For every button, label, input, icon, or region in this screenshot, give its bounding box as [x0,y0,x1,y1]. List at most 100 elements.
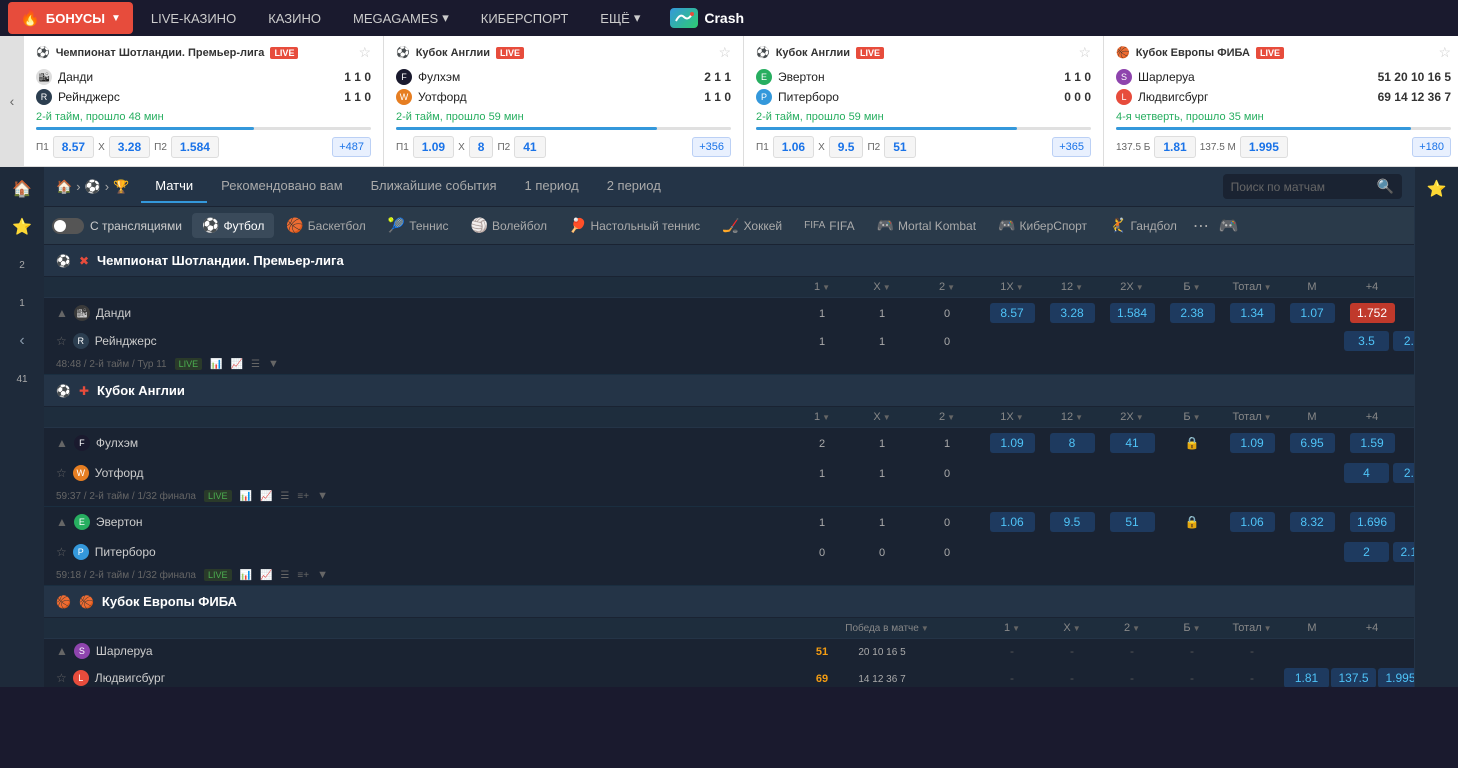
stats-icon[interactable]: 📊 [210,359,222,370]
cybersport-nav[interactable]: КИБЕРСПОРТ [467,5,583,32]
odd12-value[interactable]: 1.34 [1230,303,1275,323]
sport-button-mortalkombat[interactable]: 🎮 Mortal Kombat [867,213,986,238]
oddx[interactable]: 9.5 [1050,512,1095,532]
p1-odd-button[interactable]: 1.81 [1154,136,1195,158]
p2-odd-button[interactable]: 41 [514,136,545,158]
more-odds-button[interactable]: +487 [332,137,371,157]
oddb[interactable]: 1.696 [1350,512,1395,532]
expand-arrow[interactable]: ▼ [317,569,328,581]
odd2[interactable]: 41 [1110,433,1155,453]
expand-arrow[interactable]: ▼ [317,490,328,502]
odd2-cell[interactable]: 1.584 [1102,301,1162,325]
oddx-value[interactable]: 3.28 [1050,303,1095,323]
sidebar-chevron-left[interactable]: ‹ [4,323,40,359]
odd2x-value[interactable]: 1.07 [1290,303,1335,323]
favorite-icon[interactable]: ▲ [56,306,68,320]
odd2x-fiba[interactable]: 1.81 [1284,668,1329,687]
odd1x-cell[interactable]: 2.38 [1162,301,1222,325]
favorite-icon[interactable]: ☆ [358,44,371,61]
live-toggle[interactable]: С трансляциями [52,218,182,234]
sport-button-basketball[interactable]: 🏀 Баскетбол [276,213,375,238]
x-odd-button[interactable]: 3.28 [109,136,150,158]
soccer-breadcrumb-icon[interactable]: ⚽ [85,179,101,195]
stats-icon[interactable]: 📊 [240,570,252,581]
sidebar-star-right-icon[interactable]: ⭐ [1419,171,1455,207]
gamepad-icon[interactable]: 🎮 [1215,212,1243,240]
odd1[interactable]: 1.09 [990,433,1035,453]
odd1-value[interactable]: 8.57 [990,303,1035,323]
tab-period2[interactable]: 2 период [593,170,675,203]
favorite-icon[interactable]: ☆ [56,545,67,559]
live-casino-nav[interactable]: LIVE-КАЗИНО [137,5,250,32]
stats-icon[interactable]: 📊 [240,491,252,502]
crash-nav[interactable]: Crash [658,4,756,32]
tab-upcoming[interactable]: Ближайшие события [357,170,511,203]
p1-odd-button[interactable]: 1.06 [773,136,814,158]
x-odd-button[interactable]: 8 [469,136,494,158]
sidebar-home-icon[interactable]: 🏠 [4,171,40,207]
oddtotal-cell[interactable]: 3.5 2.07 +505 [1342,329,1402,353]
expand-arrow[interactable]: ▼ [268,358,279,370]
oddtotal-value[interactable]: 3.5 [1344,331,1389,351]
favorite-icon[interactable]: ☆ [1438,44,1451,61]
chart-icon[interactable]: 📈 [260,491,272,502]
favorite-icon[interactable]: ☆ [56,334,67,348]
sidebar-star-icon[interactable]: ⭐ [4,209,40,245]
favorite-icon[interactable]: ▲ [56,644,68,658]
odd12-cell[interactable]: 1.34 [1222,301,1282,325]
odd2x-cell[interactable]: 1.07 [1282,301,1342,325]
scroll-left-button[interactable]: ‹ [0,36,24,166]
odd12[interactable]: 1.06 [1230,512,1275,532]
p1-odd-button[interactable]: 8.57 [53,136,94,158]
oddb-cell[interactable]: 1.752 [1342,301,1402,325]
sport-button-volleyball[interactable]: 🏐 Волейбол [461,213,558,238]
chart-icon[interactable]: 📈 [260,570,272,581]
favorite-icon[interactable]: ☆ [718,44,731,61]
sport-button-tabletennis[interactable]: 🏓 Настольный теннис [559,213,710,238]
odd2x[interactable]: 8.32 [1290,512,1335,532]
favorite-icon[interactable]: ▲ [56,436,68,450]
more-sports-button[interactable]: ⋯ [1189,212,1213,240]
more-odds-button[interactable]: +356 [692,137,731,157]
search-icon[interactable]: 🔍 [1377,178,1394,195]
oddtotal[interactable]: 2 [1344,542,1389,562]
chart-icon[interactable]: 📈 [231,359,243,370]
flag-breadcrumb-icon[interactable]: 🏆 [113,179,129,195]
oddx[interactable]: 8 [1050,433,1095,453]
odd2x[interactable]: 6.95 [1290,433,1335,453]
oddb[interactable]: 1.59 [1350,433,1395,453]
oddm[interactable]: 2.36 [1393,463,1414,483]
sport-button-hockey[interactable]: 🏒 Хоккей [712,213,792,238]
megagames-nav[interactable]: MEGAGAMES ▾ [339,4,463,32]
more-odds-button[interactable]: +365 [1052,137,1091,157]
oddm[interactable]: 2.155 [1393,542,1414,562]
favorite-icon[interactable]: ☆ [1078,44,1091,61]
odd1-cell[interactable]: 8.57 [982,301,1042,325]
extra-icon[interactable]: ≡+ [297,491,309,502]
sport-button-fifa[interactable]: FIFA FIFA [794,215,864,237]
oddm-value[interactable]: 2.07 [1393,331,1414,351]
oddx-cell[interactable]: 3.28 [1042,301,1102,325]
p1-odd-button[interactable]: 1.09 [413,136,454,158]
tab-recommended[interactable]: Рекомендовано вам [207,170,357,203]
p2-odd-button[interactable]: 51 [884,136,915,158]
x-odd-button[interactable]: 1.995 [1240,136,1288,158]
list-icon[interactable]: ☰ [251,359,260,370]
tab-matches[interactable]: Матчи [141,170,207,203]
more-nav[interactable]: ЕЩЁ ▾ [586,4,654,32]
sport-button-handball[interactable]: 🤾 Гандбол [1099,213,1187,238]
search-input[interactable] [1231,180,1371,194]
toggle-switch[interactable] [52,218,84,234]
x-odd-button[interactable]: 9.5 [829,136,864,158]
more-odds-button[interactable]: +180 [1412,137,1451,157]
sport-button-tennis[interactable]: 🎾 Теннис [378,213,459,238]
oddtotal[interactable]: 4 [1344,463,1389,483]
list-icon[interactable]: ☰ [280,491,289,502]
oddb-value[interactable]: 1.752 [1350,303,1395,323]
p2-odd-button[interactable]: 1.584 [171,136,219,158]
sport-button-cybersport[interactable]: 🎮 КиберСпорт [988,213,1097,238]
favorite-icon[interactable]: ☆ [56,466,67,480]
odd1x-value[interactable]: 2.38 [1170,303,1215,323]
home-breadcrumb-icon[interactable]: 🏠 [56,179,72,195]
odd2[interactable]: 51 [1110,512,1155,532]
